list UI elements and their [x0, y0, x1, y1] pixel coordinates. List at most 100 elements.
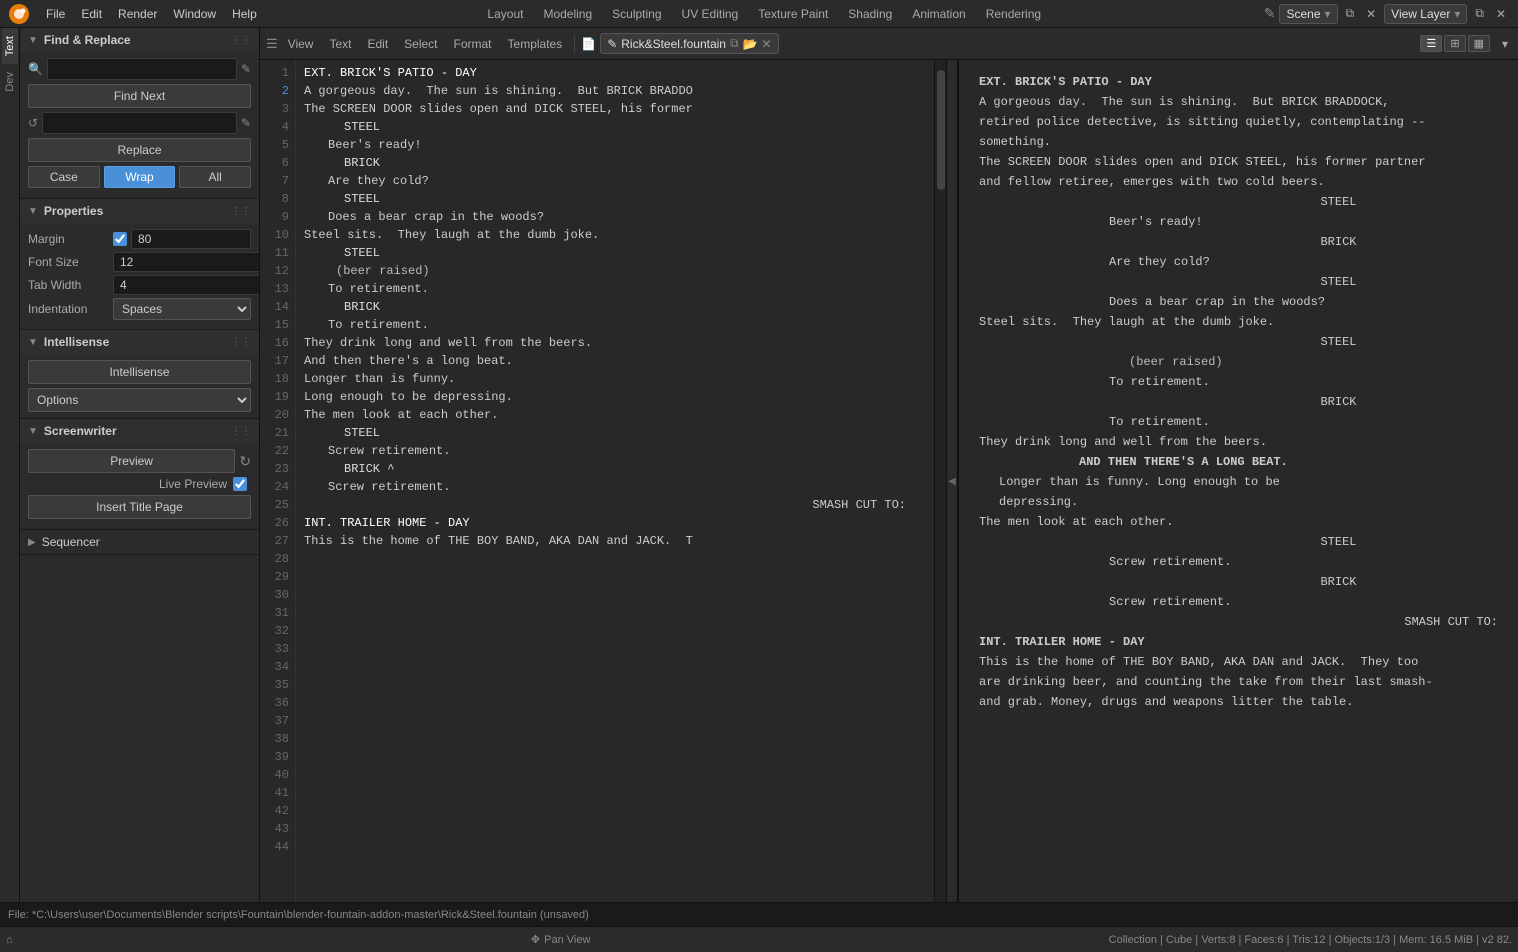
tab-width-label: Tab Width [28, 278, 113, 292]
live-preview-label: Live Preview [32, 477, 227, 491]
scene-selector[interactable]: Scene ▾ [1279, 4, 1337, 24]
menu-window[interactable]: Window [165, 5, 224, 23]
pan-view-item[interactable]: ✥ Pan View [531, 933, 591, 946]
workspace-rendering[interactable]: Rendering [976, 4, 1051, 24]
select-menu-btn[interactable]: Select [398, 35, 443, 53]
menu-edit[interactable]: Edit [73, 5, 110, 23]
side-tab-text[interactable]: Text [2, 28, 18, 64]
workspace-modeling[interactable]: Modeling [533, 4, 602, 24]
intellisense-button[interactable]: Intellisense [28, 360, 251, 384]
edit-menu-btn[interactable]: Edit [361, 35, 394, 53]
tile-view-btn[interactable]: ▦ [1468, 35, 1490, 52]
find-replace-arrow: ▼ [28, 35, 38, 46]
find-replace-section: ▼ Find & Replace ⋮⋮ 🔍 ✎ Find Next ↺ ✎ Re… [20, 28, 259, 199]
indentation-label: Indentation [28, 302, 113, 316]
home-icon: ⌂ [6, 934, 13, 946]
find-replace-content: 🔍 ✎ Find Next ↺ ✎ Replace Case Wrap All [20, 52, 259, 198]
stats-text: Collection | Cube | Verts:8 | Faces:6 | … [1109, 934, 1512, 946]
workspace-layout[interactable]: Layout [477, 4, 533, 24]
line-numbers: 1234567891011121314151617181920212223242… [260, 60, 296, 902]
templates-menu-btn[interactable]: Templates [502, 35, 569, 53]
stats-item: Collection | Cube | Verts:8 | Faces:6 | … [1109, 934, 1512, 946]
pan-view-label: Pan View [544, 934, 590, 946]
main-content: Text Dev ▼ Find & Replace ⋮⋮ 🔍 ✎ Find Ne… [0, 28, 1518, 902]
text-menu-btn[interactable]: Text [323, 35, 357, 53]
file-open-icon[interactable]: 📂 [743, 37, 758, 51]
search-icon: 🔍 [28, 62, 43, 76]
view-menu-btn[interactable]: View [282, 35, 320, 53]
find-next-button[interactable]: Find Next [28, 84, 251, 108]
indentation-select[interactable]: Spaces Tabs [113, 298, 251, 320]
workspace-texture-paint[interactable]: Texture Paint [748, 4, 838, 24]
refresh-button[interactable]: ↻ [239, 453, 251, 470]
font-size-label: Font Size [28, 255, 113, 269]
scene-icon: ▾ [1325, 7, 1331, 21]
editor-icon: 📄 [581, 37, 596, 51]
file-icon: ✎ [607, 37, 617, 51]
workspace-uv-editing[interactable]: UV Editing [672, 4, 749, 24]
text-editor-area: ☰ View Text Edit Select Format Templates… [260, 28, 1518, 902]
filename: Rick&Steel.fountain [621, 37, 726, 51]
view-layer-icon: ▾ [1454, 7, 1460, 21]
properties-header[interactable]: ▼ Properties ⋮⋮ [20, 199, 259, 223]
view-layer-name: View Layer [1391, 7, 1450, 21]
intellisense-dots: ⋮⋮ [231, 337, 251, 348]
menu-help[interactable]: Help [224, 5, 265, 23]
view-layer-selector[interactable]: View Layer ▾ [1384, 4, 1467, 24]
bottom-left-icon[interactable]: ⌂ [6, 934, 13, 946]
preview-content: EXT. BRICK'S PATIO - DAYA gorgeous day. … [959, 60, 1518, 902]
all-button[interactable]: All [179, 166, 251, 188]
find-clear-icon[interactable]: ✎ [241, 62, 251, 76]
margin-checkbox[interactable] [113, 232, 127, 246]
file-path-status: File: *C:\Users\user\Documents\Blender s… [8, 909, 1510, 921]
editor-scrollbar[interactable] [934, 60, 946, 902]
scrollbar-thumb[interactable] [937, 70, 945, 190]
sequencer-header[interactable]: ▶ Sequencer [20, 530, 259, 554]
top-menu-bar: File Edit Render Window Help Layout Mode… [0, 0, 1518, 28]
find-input[interactable] [47, 58, 237, 80]
properties-dots: ⋮⋮ [231, 206, 251, 217]
side-tabs: Text Dev [0, 28, 20, 902]
collapse-panel-btn[interactable]: ▾ [1498, 35, 1512, 53]
intellisense-header[interactable]: ▼ Intellisense ⋮⋮ [20, 330, 259, 354]
margin-label: Margin [28, 232, 113, 246]
code-area[interactable]: EXT. BRICK'S PATIO - DAYA gorgeous day. … [296, 60, 934, 902]
file-copy-icon[interactable]: ⧉ [730, 36, 739, 51]
find-options-row: Case Wrap All [28, 166, 251, 188]
replace-button[interactable]: Replace [28, 138, 251, 162]
workspace-animation[interactable]: Animation [902, 4, 975, 24]
live-preview-checkbox[interactable] [233, 477, 247, 491]
new-layer-btn[interactable]: ⧉ [1471, 4, 1488, 23]
close-layer-btn[interactable]: ✕ [1492, 5, 1510, 23]
blender-logo-icon[interactable] [8, 3, 30, 25]
menu-file[interactable]: File [38, 5, 73, 23]
new-scene-btn[interactable]: ⧉ [1342, 4, 1359, 23]
screenwriter-header[interactable]: ▼ Screenwriter ⋮⋮ [20, 419, 259, 443]
file-tab[interactable]: ✎ Rick&Steel.fountain ⧉ 📂 ✕ [600, 33, 778, 54]
editor-type-icon[interactable]: ✎ [1264, 5, 1276, 22]
format-menu-btn[interactable]: Format [448, 35, 498, 53]
screenwriter-content: Preview ↻ Live Preview Insert Title Page [20, 443, 259, 529]
grid-view-btn[interactable]: ⊞ [1444, 35, 1465, 52]
side-tab-dev[interactable]: Dev [2, 64, 18, 100]
preview-button[interactable]: Preview [28, 449, 235, 473]
screenwriter-section: ▼ Screenwriter ⋮⋮ Preview ↻ Live Preview… [20, 419, 259, 530]
replace-input[interactable] [42, 112, 237, 134]
insert-title-page-button[interactable]: Insert Title Page [28, 495, 251, 519]
intellisense-options-select[interactable]: Options [28, 388, 251, 412]
font-size-value[interactable] [113, 252, 260, 272]
case-button[interactable]: Case [28, 166, 100, 188]
workspace-shading[interactable]: Shading [838, 4, 902, 24]
menu-render[interactable]: Render [110, 5, 165, 23]
find-replace-header[interactable]: ▼ Find & Replace ⋮⋮ [20, 28, 259, 52]
list-view-btn[interactable]: ☰ [1420, 35, 1442, 52]
replace-clear-icon[interactable]: ✎ [241, 116, 251, 130]
collapse-arrow[interactable]: ◀ [946, 60, 958, 902]
editor-type-icon-small: ☰ [266, 36, 278, 52]
wrap-button[interactable]: Wrap [104, 166, 176, 188]
file-close-icon[interactable]: ✕ [762, 37, 772, 51]
workspace-sculpting[interactable]: Sculpting [602, 4, 671, 24]
close-scene-btn[interactable]: ✕ [1362, 5, 1380, 23]
margin-value[interactable] [131, 229, 251, 249]
tab-width-value[interactable] [113, 275, 260, 295]
